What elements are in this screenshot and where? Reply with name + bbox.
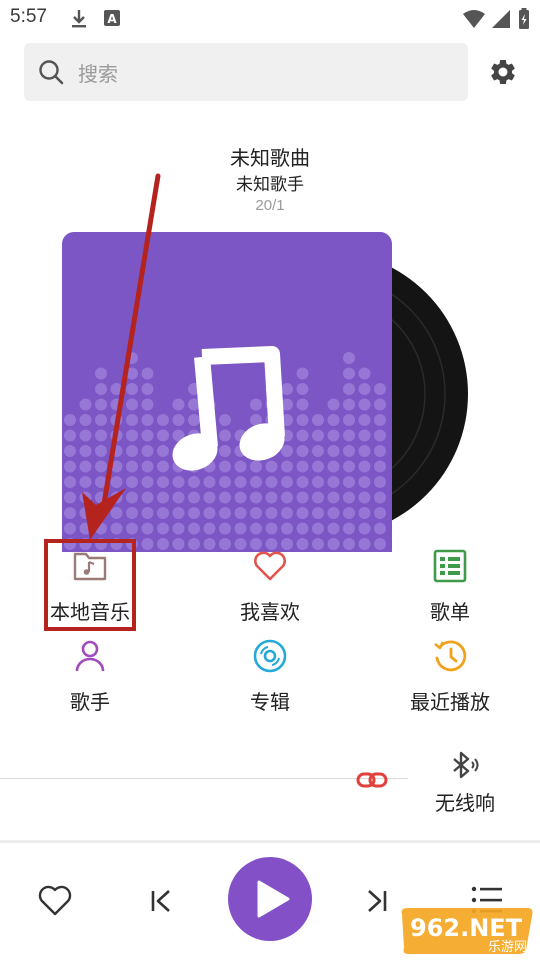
search-placeholder: 搜索 bbox=[78, 62, 118, 86]
song-date: 20/1 bbox=[255, 197, 285, 214]
wifi-icon bbox=[463, 10, 485, 28]
playlist-button[interactable]: 歌单 bbox=[360, 548, 540, 628]
watermark-brand: 962.NET bbox=[410, 914, 523, 942]
previous-track-icon[interactable] bbox=[148, 888, 174, 914]
svg-text:A: A bbox=[107, 12, 117, 26]
playlist-icon bbox=[433, 549, 467, 583]
app-notification-icon: A bbox=[104, 10, 120, 26]
playlist-label: 歌单 bbox=[430, 600, 470, 624]
divider bbox=[0, 778, 408, 779]
download-icon bbox=[72, 10, 86, 28]
history-icon bbox=[434, 640, 467, 672]
album-art bbox=[62, 232, 392, 552]
album-label: 专辑 bbox=[250, 690, 290, 714]
song-artist: 未知歌手 bbox=[236, 175, 304, 195]
album-cover[interactable] bbox=[62, 232, 392, 552]
singer-icon bbox=[75, 640, 105, 672]
singer-button[interactable]: 歌手 bbox=[0, 638, 180, 718]
play-icon bbox=[257, 880, 290, 918]
album-icon bbox=[253, 639, 287, 673]
status-bar: 5:57 A bbox=[0, 0, 540, 36]
link-icon[interactable] bbox=[356, 768, 388, 792]
status-time: 5:57 bbox=[10, 6, 47, 27]
singer-label: 歌手 bbox=[70, 690, 110, 714]
search-icon bbox=[39, 60, 64, 85]
song-title: 未知歌曲 bbox=[230, 146, 310, 170]
recent-label: 最近播放 bbox=[410, 690, 490, 714]
wireless-label: 无线响 bbox=[435, 791, 495, 815]
bluetooth-audio-icon bbox=[453, 751, 479, 779]
settings-gear-icon[interactable] bbox=[488, 57, 518, 87]
heart-icon bbox=[254, 551, 286, 581]
watermark-sub: 乐游网 bbox=[488, 940, 527, 955]
wireless-speaker-button[interactable]: 无线响 bbox=[420, 745, 510, 815]
annotation-highlight-box bbox=[44, 539, 136, 631]
next-track-icon[interactable] bbox=[364, 888, 390, 914]
like-heart-icon[interactable] bbox=[38, 885, 72, 917]
battery-icon bbox=[519, 8, 529, 29]
play-button[interactable] bbox=[228, 857, 312, 941]
favorites-label: 我喜欢 bbox=[240, 600, 300, 624]
search-input[interactable]: 搜索 bbox=[24, 43, 468, 101]
cell-signal-icon bbox=[492, 10, 510, 28]
album-button[interactable]: 专辑 bbox=[180, 638, 360, 718]
favorites-button[interactable]: 我喜欢 bbox=[180, 548, 360, 628]
watermark-logo: 962.NET 乐游网 bbox=[398, 906, 536, 956]
recent-button[interactable]: 最近播放 bbox=[360, 638, 540, 718]
